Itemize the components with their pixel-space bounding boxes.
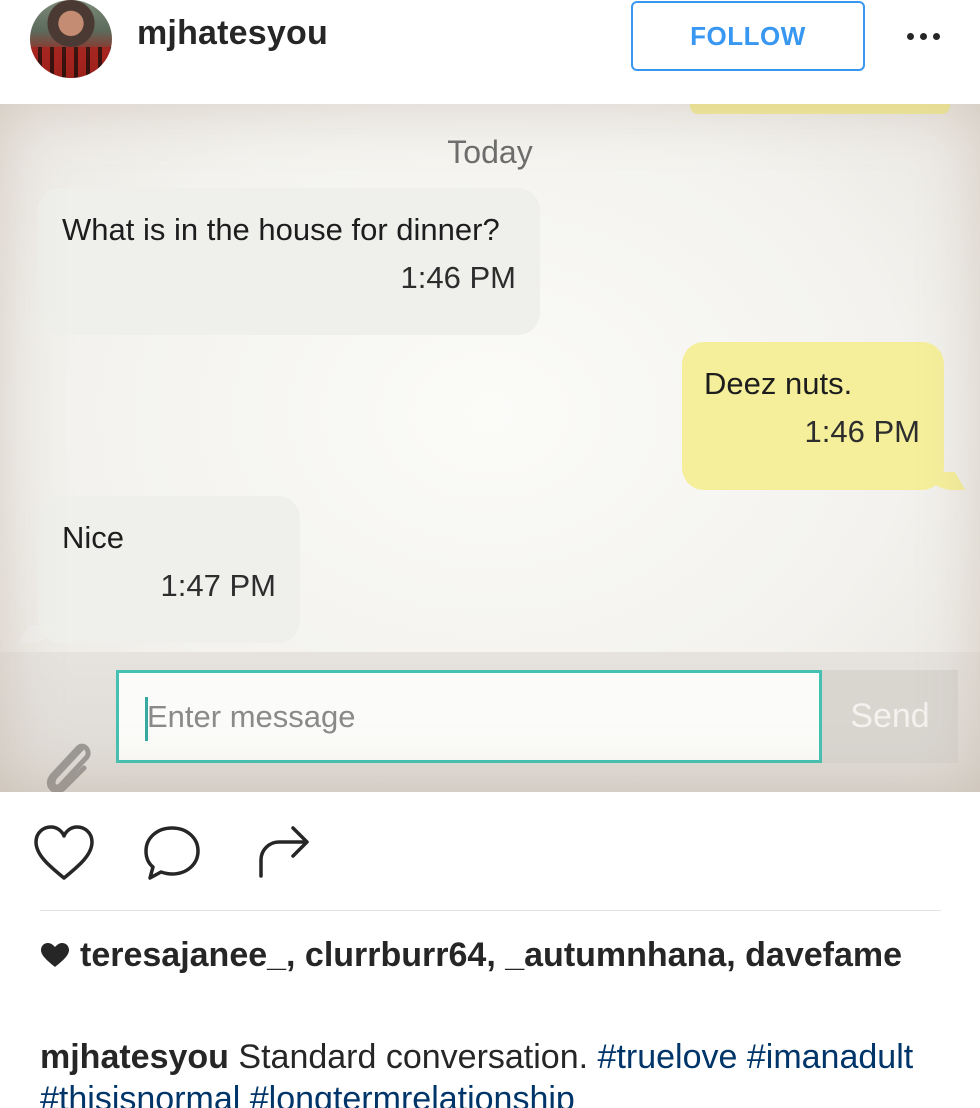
share-icon[interactable] (255, 824, 313, 878)
likes-names[interactable]: teresajanee_, clurrburr64, _autumnhana, … (80, 936, 902, 974)
caption-text: Standard conversation. (238, 1038, 589, 1076)
hashtag-link[interactable]: #thisisnormal (40, 1080, 240, 1108)
hashtag-link[interactable]: #longtermrelationship (250, 1080, 575, 1108)
hashtag-link[interactable]: #imanadult (747, 1038, 913, 1076)
post-image[interactable]: Today What is in the house for dinner? 1… (0, 104, 980, 792)
previous-bubble-edge (690, 104, 950, 114)
paperclip-icon[interactable] (38, 734, 98, 792)
caption-author[interactable]: mjhatesyou (40, 1038, 229, 1076)
follow-button[interactable]: FOLLOW (631, 1, 865, 71)
heart-icon[interactable] (32, 824, 96, 882)
chat-message-time: 1:47 PM (160, 568, 276, 603)
chat-message-time: 1:46 PM (400, 260, 516, 295)
post-header: mjhatesyou FOLLOW (0, 0, 980, 104)
chat-message-time: 1:46 PM (804, 414, 920, 449)
heart-filled-icon (41, 943, 69, 967)
divider (40, 910, 941, 911)
message-input-placeholder: Enter message (147, 699, 356, 734)
send-button[interactable]: Send (822, 670, 958, 763)
chat-bubble-outgoing: Deez nuts. 1:46 PM (682, 342, 944, 490)
post-caption: mjhatesyou Standard conversation. #truel… (40, 1036, 970, 1108)
chat-message-text: Nice (62, 520, 125, 555)
hashtag-link[interactable]: #truelove (598, 1038, 738, 1076)
post-action-bar (0, 792, 980, 910)
chat-message-text: Deez nuts. (704, 366, 853, 401)
comment-icon[interactable] (142, 824, 202, 882)
post-username[interactable]: mjhatesyou (137, 14, 328, 53)
avatar[interactable] (30, 0, 112, 78)
more-options-icon[interactable] (895, 18, 951, 54)
likes-row[interactable]: teresajanee_, clurrburr64, _autumnhana, … (40, 934, 940, 976)
chat-message-text: What is in the house for dinner? (62, 212, 500, 247)
date-divider: Today (447, 134, 533, 170)
chat-bubble-incoming: What is in the house for dinner? 1:46 PM (38, 188, 540, 335)
message-input[interactable]: Enter message (116, 670, 822, 763)
chat-bubble-incoming: Nice 1:47 PM (38, 496, 300, 643)
